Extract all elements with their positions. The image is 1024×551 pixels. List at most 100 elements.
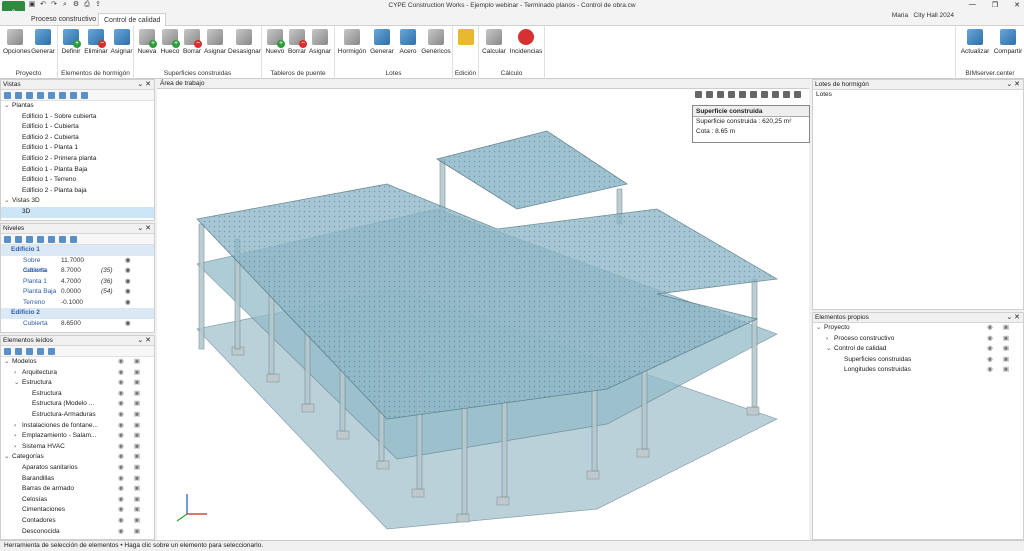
eye-icon[interactable]: ◉ (118, 463, 124, 474)
eye-icon[interactable]: ◉ (118, 505, 124, 516)
asignar-button[interactable]: Asignar (110, 29, 133, 55)
view-icon[interactable] (772, 91, 779, 98)
save-icon[interactable]: ▣ (28, 1, 36, 9)
tree-item[interactable]: › Instalaciones de fontane... ◉ ▣ (1, 421, 154, 432)
tool-icon[interactable] (26, 348, 33, 355)
tree-item[interactable]: Estructura-Armaduras ◉ ▣ (1, 410, 154, 421)
minimize-icon[interactable]: — (969, 1, 976, 9)
tree-item[interactable]: › Emplazamiento - Salam... ◉ ▣ (1, 431, 154, 442)
window-controls[interactable]: — ❐ ✕ (969, 1, 1020, 9)
tree-item[interactable]: Barras de armado ◉ ▣ (1, 484, 154, 495)
hueco-button[interactable]: Hueco (159, 29, 181, 55)
chevron-down-icon[interactable]: ⌄ (826, 344, 834, 355)
tool-icon[interactable] (37, 348, 44, 355)
lock-icon[interactable]: ▣ (1003, 355, 1009, 366)
level-row[interactable]: Cubierta 8.6500 ◉ (1, 319, 154, 330)
eye-icon[interactable]: ◉ (118, 357, 124, 368)
tree-item[interactable]: ⌄ Estructura ◉ ▣ (1, 378, 154, 389)
chevron-down-icon[interactable]: ⌄ (816, 323, 824, 334)
borrar-deck-button[interactable]: Borrar (286, 29, 308, 55)
visibility-controls[interactable]: ◉ ▣ (118, 516, 140, 527)
view-icon[interactable] (783, 91, 790, 98)
chevron-down-icon[interactable]: ⌄ (4, 101, 12, 112)
level-row[interactable]: Terreno -0.1000 ◉ (1, 298, 154, 309)
tree-item[interactable]: › Proceso constructivo ◉ ▣ (813, 334, 1023, 345)
asignar-deck-button[interactable]: Asignar (308, 29, 332, 55)
hormigon-button[interactable]: Hormigón (337, 29, 367, 55)
tool-icon[interactable] (37, 236, 44, 243)
tree-item[interactable]: ⌄ Control de calidad ◉ ▣ (813, 344, 1023, 355)
tool-icon[interactable] (37, 92, 44, 99)
eye-icon[interactable]: ◉ (118, 516, 124, 527)
eye-icon[interactable]: ◉ (118, 527, 124, 538)
lock-icon[interactable]: ▣ (134, 442, 140, 453)
visibility-controls[interactable]: ◉ ▣ (118, 410, 140, 421)
tree-item[interactable]: Edificio 1 - Terreno (1, 175, 154, 186)
chevron-right-icon[interactable]: › (826, 334, 834, 345)
lock-icon[interactable]: ▣ (1003, 365, 1009, 376)
visibility-controls[interactable]: ◉ ▣ (118, 495, 140, 506)
eye-icon[interactable]: ◉ (118, 484, 124, 495)
chevron-down-icon[interactable]: ⌄ (4, 357, 12, 368)
tool-icon[interactable] (48, 236, 55, 243)
view-icon[interactable] (728, 91, 735, 98)
lock-icon[interactable]: ▣ (134, 368, 140, 379)
eye-icon[interactable]: ◉ (118, 431, 124, 442)
eye-icon[interactable]: ◉ (125, 319, 131, 330)
tab-proceso-constructivo[interactable]: Proceso constructivo (26, 13, 101, 26)
lock-icon[interactable]: ▣ (134, 516, 140, 527)
tree-item[interactable]: Edificio 2 - Primera planta (1, 154, 154, 165)
lock-icon[interactable]: ▣ (134, 421, 140, 432)
calcular-button[interactable]: Calcular (481, 29, 507, 55)
tree-item[interactable]: Edificio 1 - Cubierta (1, 122, 154, 133)
lock-icon[interactable]: ▣ (134, 495, 140, 506)
tree-item[interactable]: Celosías ◉ ▣ (1, 495, 154, 506)
view-icon[interactable] (794, 91, 801, 98)
visibility-controls[interactable]: ◉ ▣ (118, 527, 140, 538)
lock-icon[interactable]: ▣ (134, 452, 140, 463)
eye-icon[interactable]: ◉ (118, 378, 124, 389)
eye-icon[interactable]: ◉ (125, 266, 131, 277)
tool-icon[interactable] (4, 236, 11, 243)
eye-icon[interactable]: ◉ (118, 421, 124, 432)
eye-icon[interactable]: ◉ (118, 495, 124, 506)
visibility-controls[interactable]: ◉ ▣ (118, 484, 140, 495)
incidencias-button[interactable]: Incidencias (509, 29, 543, 55)
lock-icon[interactable]: ▣ (1003, 334, 1009, 345)
eye-icon[interactable]: ◉ (125, 287, 131, 298)
compartir-button[interactable]: Compartir (992, 29, 1024, 55)
tree-item[interactable]: Longitudes construidas ◉ ▣ (813, 365, 1023, 376)
tool-icon[interactable] (26, 236, 33, 243)
tree-item[interactable]: Estructura ◉ ▣ (1, 389, 154, 400)
undo-icon[interactable]: ↶ (39, 1, 47, 9)
tab-control-de-calidad[interactable]: Control de calidad (98, 13, 167, 26)
view-icon[interactable] (750, 91, 757, 98)
visibility-controls[interactable]: ◉ ▣ (118, 474, 140, 485)
chevron-right-icon[interactable]: › (14, 368, 22, 379)
visibility-controls[interactable]: ◉ ▣ (987, 334, 1009, 345)
redo-icon[interactable]: ↷ (50, 1, 58, 9)
tool-icon[interactable] (59, 92, 66, 99)
level-group-header[interactable]: Edificio 2 (1, 308, 154, 319)
tool-icon[interactable] (15, 348, 22, 355)
tree-item[interactable]: Superficies construidas ◉ ▣ (813, 355, 1023, 366)
lock-icon[interactable]: ▣ (134, 357, 140, 368)
eye-icon[interactable]: ◉ (987, 344, 993, 355)
lock-icon[interactable]: ▣ (134, 410, 140, 421)
visibility-controls[interactable]: ◉ ▣ (118, 431, 140, 442)
visibility-controls[interactable]: ◉ ▣ (987, 355, 1009, 366)
lock-icon[interactable]: ▣ (134, 505, 140, 516)
generar-button[interactable]: Generar (31, 29, 55, 55)
eye-icon[interactable]: ◉ (987, 334, 993, 345)
tool-icon[interactable] (48, 92, 55, 99)
eye-icon[interactable]: ◉ (118, 399, 124, 410)
eye-icon[interactable]: ◉ (118, 442, 124, 453)
lock-icon[interactable]: ▣ (134, 389, 140, 400)
visibility-controls[interactable]: ◉ ▣ (118, 389, 140, 400)
acero-button[interactable]: Acero (397, 29, 419, 55)
lotes-root[interactable]: Lotes (816, 90, 1023, 101)
level-group-header[interactable]: Edificio 1 (1, 245, 154, 256)
chevron-down-icon[interactable]: ⌄ (4, 452, 12, 463)
eye-icon[interactable]: ◉ (987, 355, 993, 366)
lock-icon[interactable]: ▣ (134, 474, 140, 485)
